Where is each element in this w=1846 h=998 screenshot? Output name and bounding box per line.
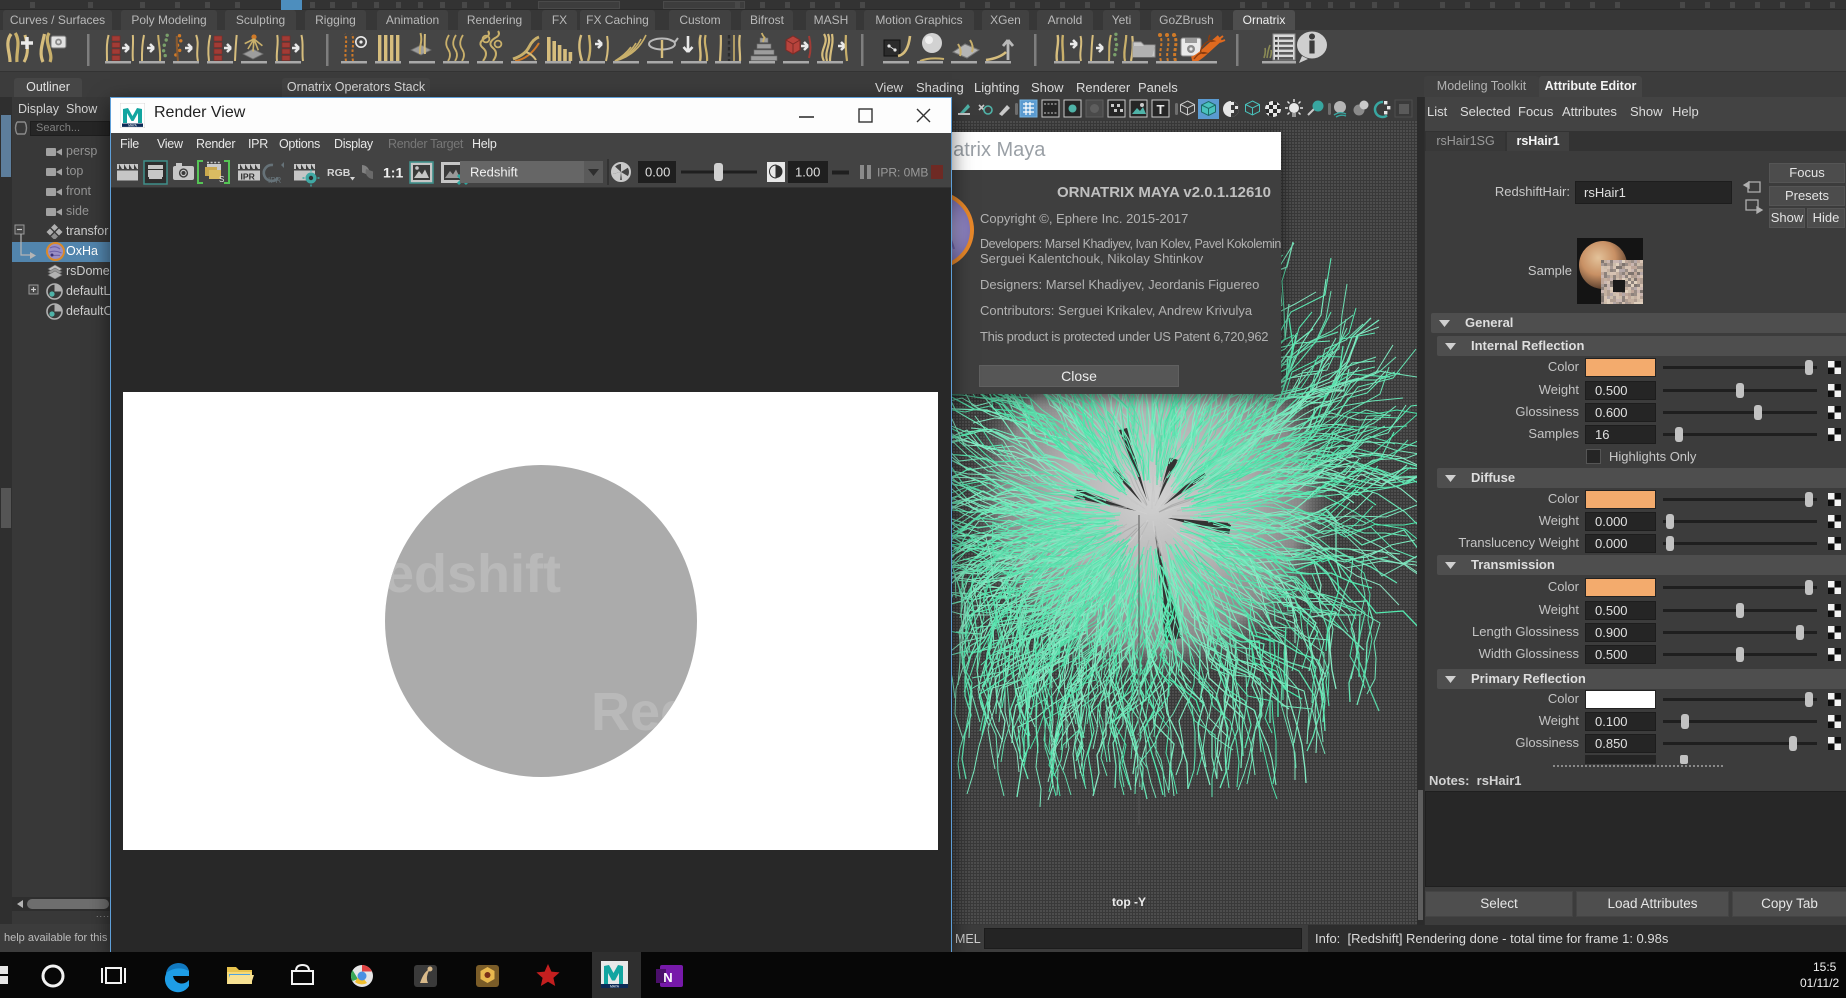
svg-text:MAYA: MAYA bbox=[610, 984, 620, 988]
svg-text:N: N bbox=[663, 970, 672, 985]
svg-text:IPR: 0MB: IPR: 0MB bbox=[877, 166, 928, 180]
svg-text:IPR: IPR bbox=[268, 176, 282, 185]
svg-text:S: S bbox=[219, 175, 224, 184]
svg-text:IPR: IPR bbox=[241, 172, 256, 182]
svg-text:Redshift: Redshift bbox=[591, 682, 807, 742]
svg-text:1:1: 1:1 bbox=[383, 165, 403, 181]
svg-text:0.00: 0.00 bbox=[645, 165, 670, 180]
svg-text:MAYA: MAYA bbox=[128, 123, 137, 127]
svg-text:T: T bbox=[1157, 102, 1165, 117]
svg-text:Redshift: Redshift bbox=[470, 165, 518, 180]
svg-text:1.00: 1.00 bbox=[795, 165, 820, 180]
svg-text:Redshift: Redshift bbox=[345, 544, 561, 604]
svg-text:RGB: RGB bbox=[327, 167, 351, 179]
